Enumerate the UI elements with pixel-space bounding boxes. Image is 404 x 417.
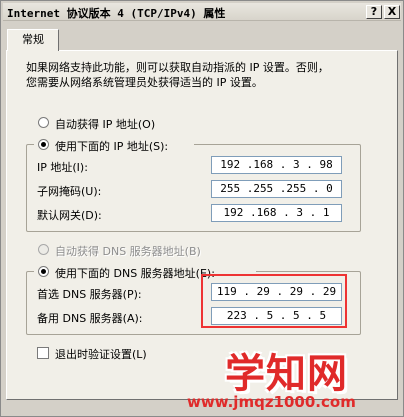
alternate-dns-label: 备用 DNS 服务器(A): bbox=[37, 312, 143, 325]
title-bar[interactable]: Internet 协议版本 4 (TCP/IPv4) 属性 ? X bbox=[3, 3, 401, 21]
watermark-url: www.jmqz1000.com bbox=[187, 393, 356, 411]
default-gateway-label: 默认网关(D): bbox=[37, 209, 102, 222]
ip-address-field[interactable]: 192 .168 . 3 . 98 bbox=[211, 156, 342, 174]
auto-dns-radio[interactable] bbox=[38, 244, 49, 255]
watermark-logo: 学知网 bbox=[225, 351, 348, 397]
validate-settings-label[interactable]: 退出时验证设置(L) bbox=[55, 346, 147, 362]
auto-dns-label: 自动获得 DNS 服务器地址(B) bbox=[55, 245, 201, 258]
ipv4-properties-dialog: Internet 协议版本 4 (TCP/IPv4) 属性 ? X 常规 如果网… bbox=[0, 0, 404, 417]
manual-dns-radio[interactable] bbox=[38, 266, 49, 277]
default-gateway-field[interactable]: 192 .168 . 3 . 1 bbox=[211, 204, 342, 222]
description-line: 如果网络支持此功能，则可以获取自动指派的 IP 设置。否则， bbox=[26, 61, 329, 74]
window-title: Internet 协议版本 4 (TCP/IPv4) 属性 bbox=[7, 7, 226, 20]
help-button[interactable]: ? bbox=[366, 5, 382, 19]
tab-general[interactable]: 常规 bbox=[7, 29, 59, 51]
subnet-mask-field[interactable]: 255 .255 .255 . 0 bbox=[211, 180, 342, 198]
preferred-dns-label: 首选 DNS 服务器(P): bbox=[37, 288, 142, 301]
subnet-mask-label: 子网掩码(U): bbox=[37, 185, 102, 198]
auto-ip-label[interactable]: 自动获得 IP 地址(O) bbox=[55, 116, 155, 132]
validate-settings-checkbox[interactable] bbox=[37, 347, 49, 359]
manual-ip-label[interactable]: 使用下面的 IP 地址(S): bbox=[55, 138, 168, 154]
description-line: 您需要从网络系统管理员处获得适当的 IP 设置。 bbox=[26, 76, 263, 89]
ip-address-label: IP 地址(I): bbox=[37, 161, 88, 174]
manual-ip-radio[interactable] bbox=[38, 139, 49, 150]
dns-highlight-box bbox=[201, 274, 347, 328]
description-text: 如果网络支持此功能，则可以获取自动指派的 IP 设置。否则， 您需要从网络系统管… bbox=[26, 60, 376, 90]
manual-dns-label[interactable]: 使用下面的 DNS 服务器地址(E): bbox=[55, 265, 215, 281]
close-button[interactable]: X bbox=[384, 5, 400, 19]
auto-ip-radio[interactable] bbox=[38, 117, 49, 128]
